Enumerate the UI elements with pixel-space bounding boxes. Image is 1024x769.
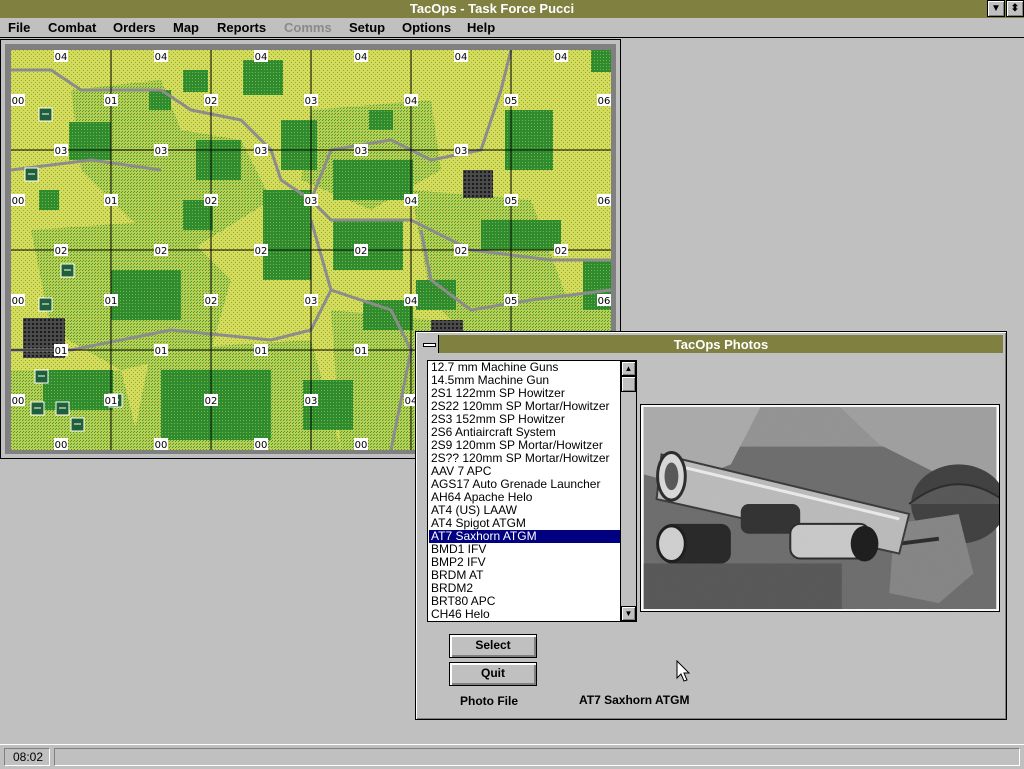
grid-label: 02 [205,96,218,107]
grid-label: 02 [355,246,368,257]
photos-caption: TacOps Photos [419,335,1003,353]
list-item[interactable]: CH46 Helo [429,608,621,621]
status-bar: 08:02 [0,744,1024,769]
scroll-down-arrow-icon[interactable]: ▼ [621,606,636,621]
grid-label: 00 [55,440,68,450]
grid-label: 02 [455,246,468,257]
grid-label: 01 [105,396,118,407]
grid-label: 02 [155,246,168,257]
grid-label: 01 [105,196,118,207]
grid-label: 01 [55,346,68,357]
grid-label: 02 [55,246,68,257]
photo-list[interactable]: 12.7 mm Machine Guns 14.5mm Machine Gun 2S… [427,360,637,622]
menu-file[interactable]: File [8,20,30,35]
grid-label: 01 [355,346,368,357]
grid-label: 01 [155,346,168,357]
grid-label: 00 [12,296,25,307]
unit-counter[interactable] [60,263,75,278]
menu-setup[interactable]: Setup [349,20,385,35]
mouse-pointer-icon [676,660,691,682]
grid-label: 03 [305,296,318,307]
unit-counter[interactable] [24,167,39,182]
menu-comms: Comms [284,20,332,35]
unit-counter[interactable] [70,417,85,432]
grid-label: 04 [455,52,468,63]
equipment-photo [640,404,1000,612]
photo-file-label: Photo File [460,694,518,708]
grid-label: 02 [555,246,568,257]
grid-label: 02 [205,196,218,207]
restore-button[interactable]: ⬍ [1006,0,1024,17]
photo-file-value: AT7 Saxhorn ATGM [579,693,690,707]
grid-label: 00 [12,96,25,107]
menu-orders[interactable]: Orders [113,20,156,35]
unit-counter[interactable] [30,401,45,416]
scroll-up-arrow-icon[interactable]: ▲ [621,361,636,376]
window-title: TacOps - Task Force Pucci [409,1,575,16]
scroll-thumb[interactable] [621,376,636,392]
menu-bar: File Combat Orders Map Reports Comms Set… [0,18,1024,38]
grid-label: 03 [305,96,318,107]
photos-title: TacOps Photos [673,337,769,352]
menu-help[interactable]: Help [467,20,495,35]
grid-label: 00 [12,196,25,207]
unit-counter[interactable] [38,107,53,122]
grid-label: 00 [155,440,168,450]
unit-counter[interactable] [38,297,53,312]
grid-label: 02 [205,296,218,307]
grid-label: 04 [405,196,418,207]
menu-options[interactable]: Options [402,20,451,35]
grid-label: 04 [255,52,268,63]
grid-label: 05 [505,196,518,207]
select-button[interactable]: Select [449,634,537,658]
grid-label: 01 [105,96,118,107]
grid-label: 04 [405,296,418,307]
grid-label: 01 [105,296,118,307]
grid-label: 01 [255,346,268,357]
grid-label: 00 [12,396,25,407]
menu-reports[interactable]: Reports [217,20,266,35]
grid-label: 03 [355,146,368,157]
grid-label: 00 [355,440,368,450]
menu-combat[interactable]: Combat [48,20,96,35]
grid-label: 03 [305,196,318,207]
menu-map[interactable]: Map [173,20,199,35]
unit-counter[interactable] [55,401,70,416]
unit-counter[interactable] [34,369,49,384]
grid-label: 03 [55,146,68,157]
grid-label: 04 [355,52,368,63]
minimize-button[interactable]: ▼ [987,0,1005,17]
grid-label: 02 [255,246,268,257]
grid-label: 04 [405,96,418,107]
quit-button[interactable]: Quit [449,662,537,686]
grid-label: 03 [305,396,318,407]
grid-label: 06 [598,296,611,307]
grid-label: 03 [155,146,168,157]
status-message-area [54,748,1020,766]
grid-label: 06 [598,196,611,207]
grid-label: 04 [555,52,568,63]
list-scrollbar[interactable]: ▲ ▼ [620,361,636,621]
grid-label: 03 [455,146,468,157]
grid-label: 05 [505,296,518,307]
grid-label: 02 [205,396,218,407]
grid-label: 05 [505,96,518,107]
system-menu-button[interactable] [419,335,439,353]
game-clock: 08:02 [4,748,50,766]
grid-label: 06 [598,96,611,107]
grid-label: 04 [155,52,168,63]
town-block [463,170,493,198]
photos-dialog: TacOps Photos 12.7 mm Machine Guns 14.5mm… [415,331,1007,720]
title-bar: TacOps - Task Force Pucci ▼ ⬍ [0,0,1024,18]
grid-label: 00 [255,440,268,450]
grid-label: 03 [255,146,268,157]
grid-label: 04 [55,52,68,63]
